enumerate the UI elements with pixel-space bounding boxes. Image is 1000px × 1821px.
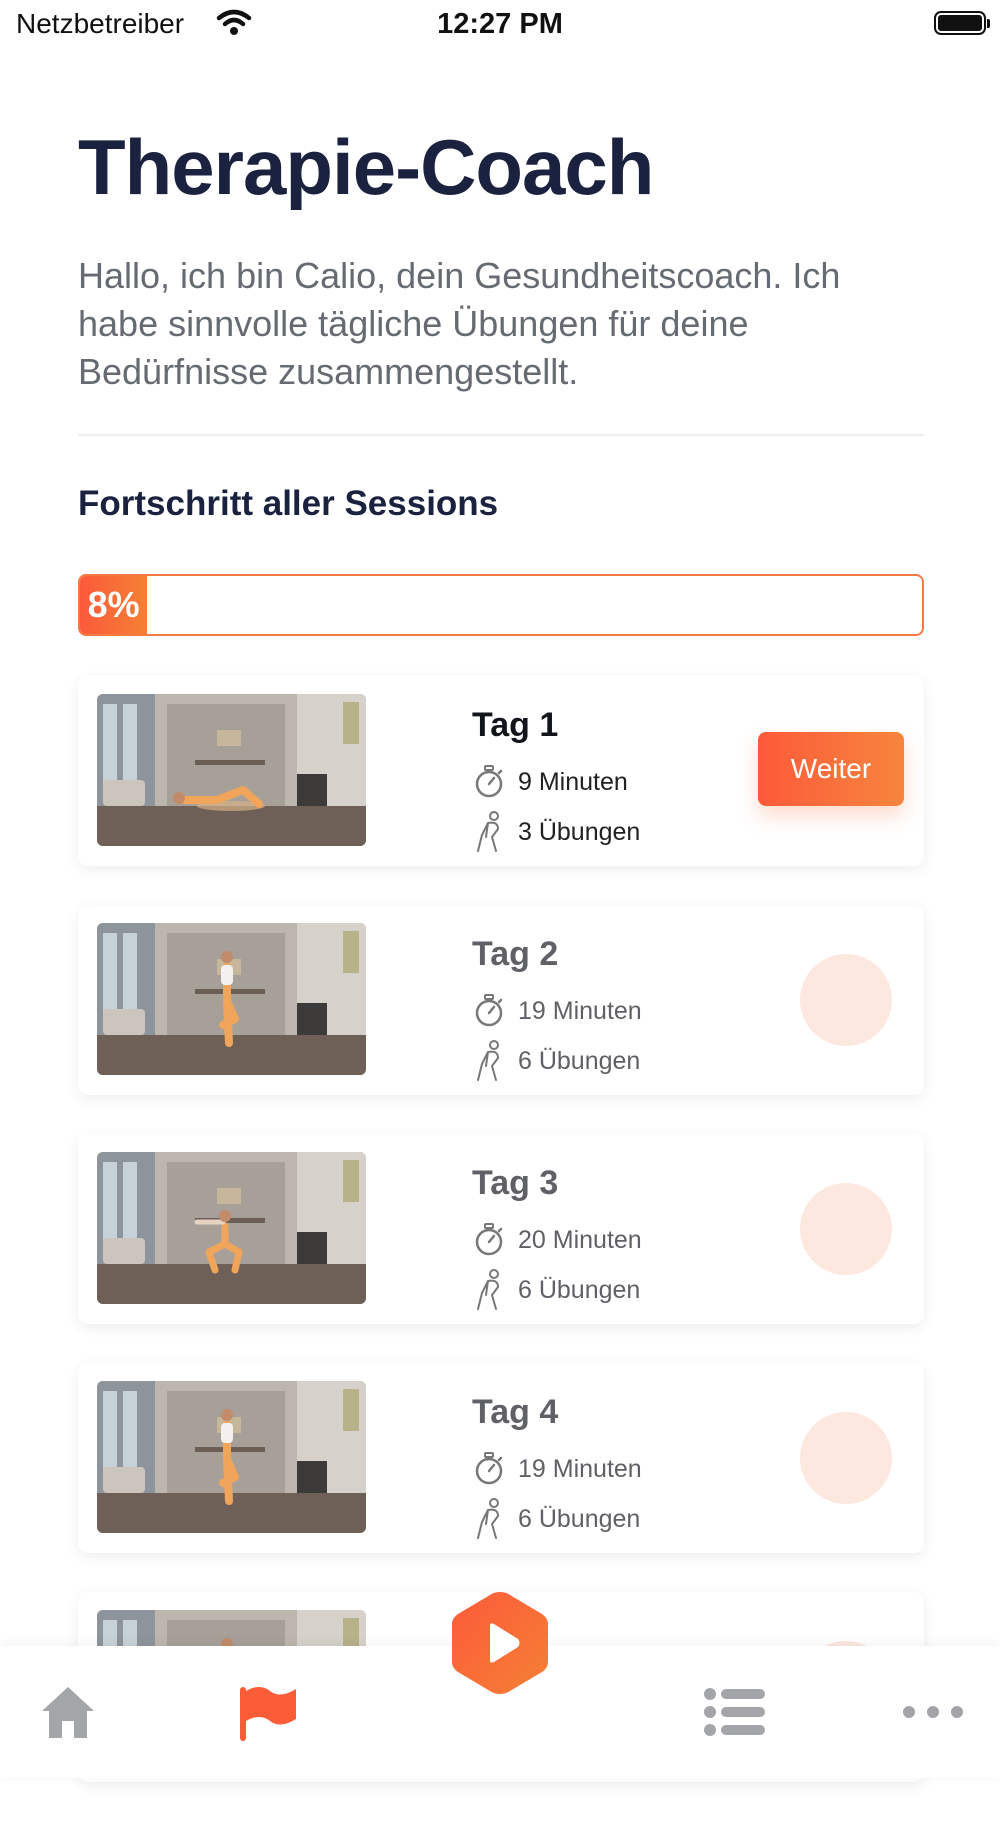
stopwatch-icon	[472, 1220, 506, 1260]
session-card-day-3[interactable]: Tag 3 20 Minuten 6 Übungen	[78, 1134, 924, 1324]
session-exercises: 3 Übungen	[518, 817, 641, 846]
page-title: Therapie-Coach	[78, 123, 654, 211]
exercise-icon	[472, 811, 506, 852]
more-icon	[901, 1704, 965, 1725]
session-status-circle	[800, 1183, 892, 1275]
flag-icon	[236, 1681, 300, 1748]
session-card-day-4[interactable]: Tag 4 19 Minuten 6 Übungen	[78, 1363, 924, 1553]
list-icon	[703, 1687, 765, 1742]
session-card-day-2[interactable]: Tag 2 19 Minuten 6 Übungen	[78, 905, 924, 1095]
session-card-day-1[interactable]: Tag 1 9 Minuten 3 Übungen Weiter	[78, 676, 924, 866]
battery-icon	[934, 11, 990, 35]
progress-title: Fortschritt aller Sessions	[78, 484, 499, 523]
progress-bar: 8%	[78, 574, 924, 636]
session-day: Tag 3	[472, 1164, 559, 1202]
session-duration: 19 Minuten	[518, 1454, 642, 1483]
divider	[78, 434, 924, 436]
play-icon	[448, 1588, 552, 1703]
tab-home[interactable]	[28, 1674, 108, 1754]
progress-label: 8%	[87, 584, 140, 625]
session-thumbnail[interactable]	[97, 923, 366, 1075]
exercise-icon	[472, 1498, 506, 1539]
clock: 12:27 PM	[437, 8, 563, 40]
session-status-circle	[800, 1412, 892, 1504]
session-thumbnail[interactable]	[97, 694, 366, 846]
session-status-circle	[800, 954, 892, 1046]
session-day: Tag 2	[472, 935, 559, 973]
tab-more[interactable]	[893, 1674, 973, 1754]
session-exercises: 6 Übungen	[518, 1275, 641, 1304]
session-day: Tag 1	[472, 706, 559, 744]
exercise-icon	[472, 1040, 506, 1081]
home-icon	[39, 1684, 97, 1745]
stopwatch-icon	[472, 991, 506, 1031]
continue-button[interactable]: Weiter	[758, 732, 904, 806]
session-duration: 19 Minuten	[518, 996, 642, 1025]
stopwatch-icon	[472, 1449, 506, 1489]
tab-list[interactable]	[694, 1674, 774, 1754]
tab-coach[interactable]	[228, 1674, 308, 1754]
stopwatch-icon	[472, 762, 506, 802]
intro-text: Hallo, ich bin Calio, dein Gesundheitsco…	[78, 255, 841, 392]
status-bar: Netzbetreiber 12:27 PM	[0, 0, 1000, 50]
session-duration: 9 Minuten	[518, 767, 628, 796]
session-duration: 20 Minuten	[518, 1225, 642, 1254]
progress-fill: 8%	[80, 576, 148, 634]
exercise-icon	[472, 1269, 506, 1310]
session-exercises: 6 Übungen	[518, 1504, 641, 1533]
play-button[interactable]	[448, 1590, 552, 1700]
session-thumbnail[interactable]	[97, 1152, 366, 1304]
session-exercises: 6 Übungen	[518, 1046, 641, 1075]
session-thumbnail[interactable]	[97, 1381, 366, 1533]
session-day: Tag 4	[472, 1393, 559, 1431]
